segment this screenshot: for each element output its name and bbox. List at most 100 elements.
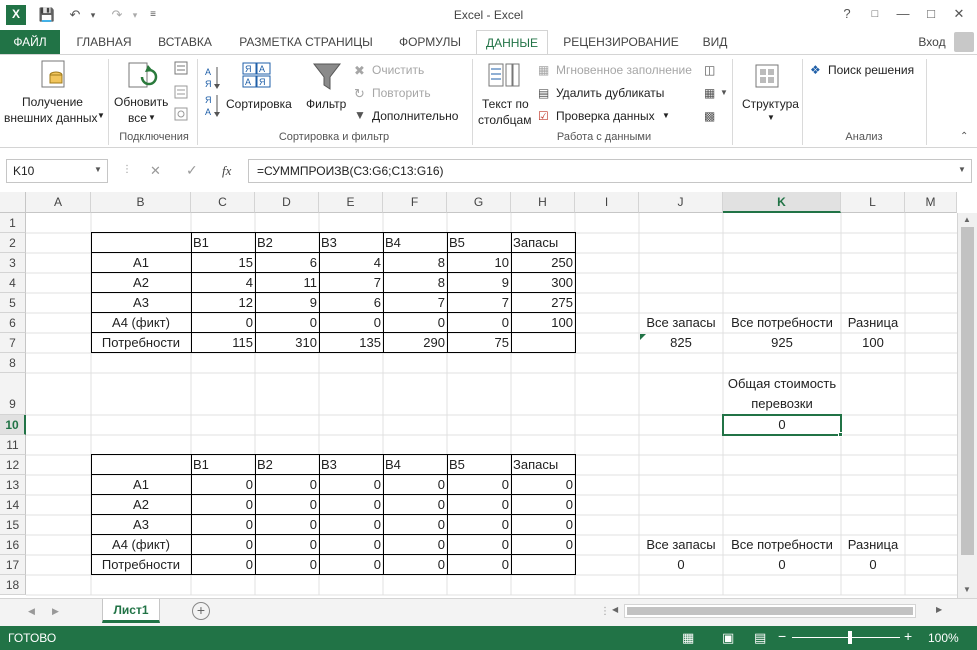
table1-value-cell[interactable]: 4 [191, 274, 255, 293]
summary1-total-demand-header[interactable]: Все потребности [723, 314, 841, 333]
table2-value-cell[interactable]: 0 [255, 476, 319, 495]
table2-value-cell[interactable]: 0 [255, 496, 319, 515]
table1-row-label[interactable]: A1 [91, 254, 191, 273]
normal-view-icon[interactable]: ▦ [682, 630, 694, 646]
worksheet-grid[interactable]: ABCDEFGHIJKLM 1 2 3 4 5 6 7 8 9 10 11 12 13 14 15 16 17 1… [0, 192, 977, 598]
prev-sheet-icon[interactable]: ◀ [28, 606, 35, 617]
consolidate-icon[interactable]: ◫ [704, 63, 715, 77]
table1-value-cell[interactable]: 0 [447, 314, 511, 333]
table1-value-cell[interactable]: 310 [255, 334, 319, 353]
table1-value-cell[interactable]: 6 [255, 254, 319, 273]
table1-value-cell[interactable]: 115 [191, 334, 255, 353]
summary1-difference-header[interactable]: Разница [841, 314, 905, 333]
table2-value-cell[interactable]: 0 [255, 516, 319, 535]
help-icon[interactable]: ? [836, 4, 858, 24]
what-if-icon[interactable]: ▦ [704, 86, 715, 100]
table2-header-3[interactable]: B3 [319, 456, 383, 475]
table1-header-2[interactable]: B2 [255, 234, 319, 253]
tab-split-icon[interactable]: ⋮ [600, 606, 610, 617]
table1-value-cell[interactable]: 7 [447, 294, 511, 313]
table1-value-cell[interactable]: 135 [319, 334, 383, 353]
table2-value-cell[interactable]: 0 [383, 516, 447, 535]
tab-insert[interactable]: ВСТАВКА [148, 30, 222, 54]
table2-header-2[interactable]: B2 [255, 456, 319, 475]
table2-value-cell[interactable]: 0 [511, 536, 575, 555]
table1-value-cell[interactable]: 4 [319, 254, 383, 273]
table2-value-cell[interactable]: 0 [191, 556, 255, 575]
table1-value-cell[interactable]: 100 [511, 314, 575, 333]
new-sheet-icon[interactable]: + [192, 602, 210, 620]
cancel-icon[interactable]: ✕ [150, 163, 161, 179]
table2-value-cell[interactable]: 0 [511, 496, 575, 515]
tab-review[interactable]: РЕЦЕНЗИРОВАНИЕ [554, 30, 688, 54]
maximize-icon[interactable]: □ [920, 4, 942, 24]
tab-file[interactable]: ФАЙЛ [0, 30, 60, 54]
table2-row-label[interactable]: A2 [91, 496, 191, 515]
table2-value-cell[interactable]: 0 [191, 496, 255, 515]
table2-value-cell[interactable]: 0 [319, 496, 383, 515]
scroll-down-icon[interactable]: ▼ [963, 585, 971, 594]
sheet-tab-list1[interactable]: Лист1 [102, 599, 160, 623]
sign-in-link[interactable]: Вход [912, 30, 952, 54]
formula-input[interactable]: =СУММПРОИЗВ(C3:G6;C13:G16) [248, 159, 972, 183]
table2-header-1[interactable]: B1 [191, 456, 255, 475]
summary2-total-supply-header[interactable]: Все запасы [639, 536, 723, 555]
table1-header-4[interactable]: B4 [383, 234, 447, 253]
table2-value-cell[interactable]: 0 [255, 536, 319, 555]
page-layout-view-icon[interactable]: ▣ [722, 630, 734, 646]
horizontal-scrollbar[interactable] [624, 604, 916, 618]
table1-value-cell[interactable]: 300 [511, 274, 575, 293]
vertical-scrollbar[interactable]: ▲ ▼ [957, 213, 977, 598]
table2-value-cell[interactable]: 0 [383, 536, 447, 555]
table2-value-cell[interactable]: 0 [447, 516, 511, 535]
table2-header-5[interactable]: B5 [447, 456, 511, 475]
table2-value-cell[interactable]: 0 [191, 536, 255, 555]
table2-value-cell[interactable]: 0 [191, 476, 255, 495]
scroll-up-icon[interactable]: ▲ [963, 215, 971, 224]
zoom-in-icon[interactable]: + [904, 628, 912, 644]
cost-value-cell[interactable]: 0 [723, 416, 841, 435]
tab-home[interactable]: ГЛАВНАЯ [66, 30, 142, 54]
zoom-level[interactable]: 100% [928, 631, 959, 645]
table1-row-label[interactable]: A3 [91, 294, 191, 313]
table1-value-cell[interactable]: 9 [255, 294, 319, 313]
enter-icon[interactable]: ✓ [186, 162, 198, 179]
table1-header-3[interactable]: B3 [319, 234, 383, 253]
zoom-out-icon[interactable]: − [778, 628, 786, 644]
chevron-down-icon[interactable]: ▼ [720, 88, 728, 97]
next-sheet-icon[interactable]: ▶ [52, 606, 59, 617]
relationships-icon[interactable]: ▩ [704, 109, 715, 123]
table1-row-label[interactable]: A2 [91, 274, 191, 293]
table1-value-cell[interactable]: 275 [511, 294, 575, 313]
table1-value-cell[interactable]: 250 [511, 254, 575, 273]
scroll-left-icon[interactable]: ◀ [612, 605, 618, 614]
table1-value-cell[interactable]: 12 [191, 294, 255, 313]
table1-value-cell[interactable]: 9 [447, 274, 511, 293]
table2-value-cell[interactable]: 0 [383, 496, 447, 515]
table2-value-cell[interactable]: 0 [447, 476, 511, 495]
ribbon-display-icon[interactable]: □ [864, 4, 886, 24]
table2-value-cell[interactable]: 0 [319, 556, 383, 575]
table1-header-1[interactable]: B1 [191, 234, 255, 253]
zoom-slider-thumb[interactable] [848, 631, 852, 644]
avatar[interactable] [954, 32, 974, 52]
expand-formula-icon[interactable]: ▼ [958, 165, 966, 174]
table1-value-cell[interactable]: 10 [447, 254, 511, 273]
insert-function-icon[interactable]: fx [222, 163, 231, 179]
table2-value-cell[interactable]: 0 [511, 476, 575, 495]
close-icon[interactable]: ✕ [948, 4, 970, 24]
table1-header-6[interactable]: Запасы [511, 234, 575, 253]
vertical-scroll-thumb[interactable] [961, 227, 974, 555]
table1-value-cell[interactable]: 8 [383, 254, 447, 273]
table1-value-cell[interactable]: 11 [255, 274, 319, 293]
summary2-total-supply-value[interactable]: 0 [639, 556, 723, 575]
table2-row-label[interactable]: A3 [91, 516, 191, 535]
table1-value-cell[interactable] [511, 334, 575, 353]
table1-row-label[interactable]: Потребности [91, 334, 191, 353]
table1-header-5[interactable]: B5 [447, 234, 511, 253]
summary1-total-supply-header[interactable]: Все запасы [639, 314, 723, 333]
table1-value-cell[interactable]: 15 [191, 254, 255, 273]
table1-value-cell[interactable]: 8 [383, 274, 447, 293]
table1-value-cell[interactable]: 7 [319, 274, 383, 293]
summary1-total-supply-value[interactable]: 825 [639, 334, 723, 353]
